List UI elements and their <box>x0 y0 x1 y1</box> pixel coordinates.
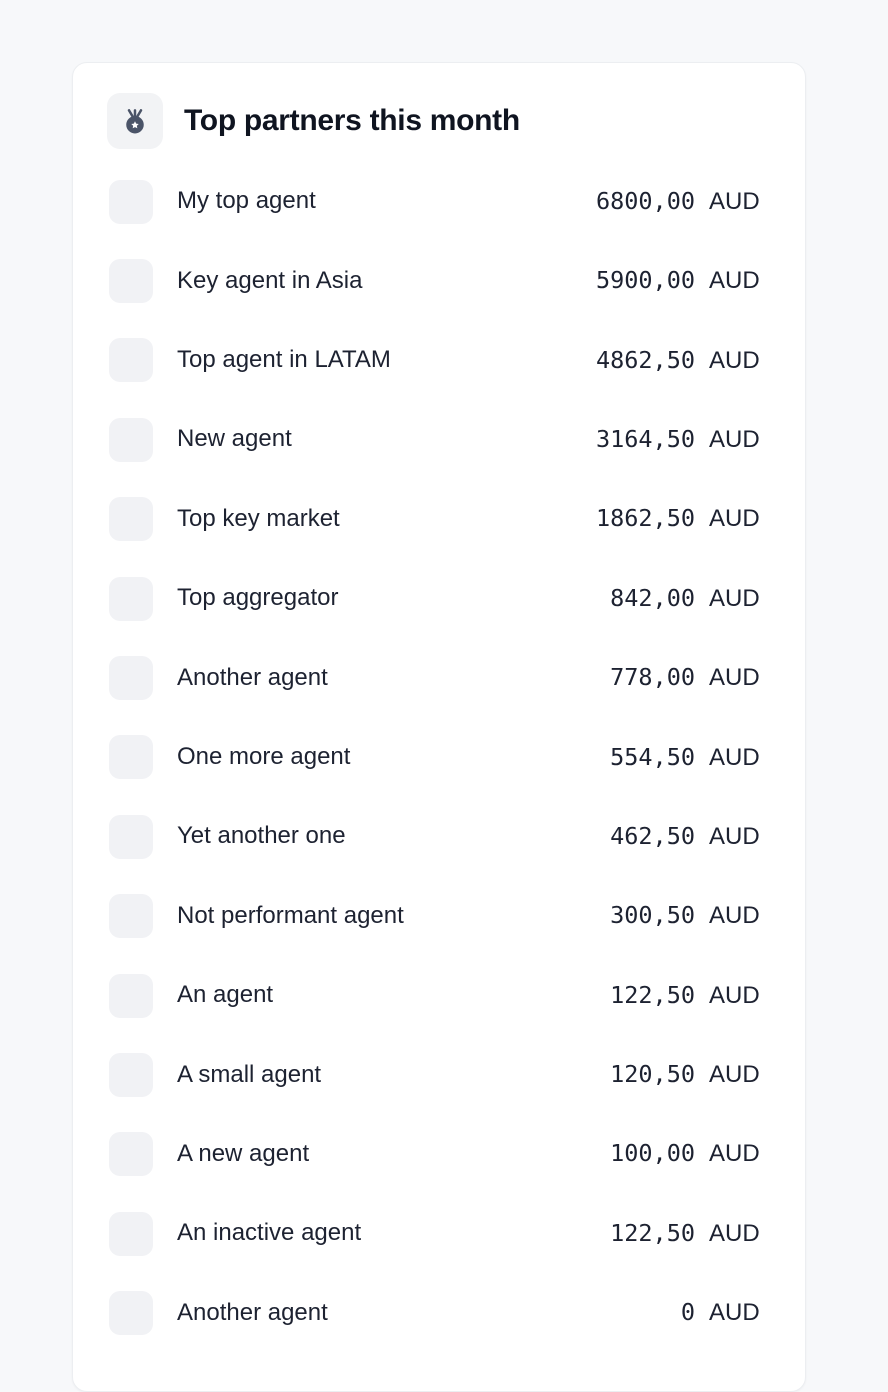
partner-amount: 842,00 <box>610 583 695 612</box>
partner-value: 462,50 AUD <box>573 822 767 852</box>
partner-row[interactable]: Yet another one 462,50 AUD <box>73 797 805 876</box>
partner-row[interactable]: A small agent 120,50 AUD <box>73 1035 805 1114</box>
avatar <box>109 656 153 701</box>
partner-amount: 300,50 <box>610 901 695 930</box>
partner-currency: AUD <box>709 346 760 374</box>
top-partners-card: Top partners this month My top agent 6800… <box>72 62 806 1392</box>
partner-value: 3164,50 AUD <box>573 425 767 455</box>
partner-currency: AUD <box>709 267 760 295</box>
avatar <box>109 1132 153 1177</box>
partner-currency: AUD <box>709 1299 760 1327</box>
avatar <box>109 973 153 1018</box>
partner-row[interactable]: Top agent in LATAM 4862,50 AUD <box>73 321 805 400</box>
partner-row[interactable]: Top key market 1862,50 AUD <box>73 480 805 559</box>
partner-currency: AUD <box>709 584 760 612</box>
partner-value: 120,50 AUD <box>573 1060 767 1090</box>
partner-row[interactable]: My top agent 6800,00 AUD <box>73 162 805 241</box>
partner-currency: AUD <box>709 743 760 771</box>
partner-name: Another agent <box>177 1298 328 1326</box>
partner-name: Key agent in Asia <box>177 266 363 294</box>
medal-icon <box>107 93 163 149</box>
partner-amount: 778,00 <box>610 663 695 692</box>
app-viewport: Top partners this month My top agent 6800… <box>0 0 888 1392</box>
partner-currency: AUD <box>709 1061 760 1089</box>
partner-currency: AUD <box>709 1219 760 1247</box>
avatar <box>109 417 153 462</box>
partner-name: Top aggregator <box>177 584 339 612</box>
partner-value: 6800,00 AUD <box>573 187 767 217</box>
partner-currency: AUD <box>709 505 760 533</box>
partner-name: A new agent <box>177 1139 310 1167</box>
avatar <box>109 1291 153 1336</box>
partner-name: An agent <box>177 981 274 1009</box>
partner-name: One more agent <box>177 743 351 771</box>
partner-name: Not performant agent <box>177 901 404 929</box>
partner-value: 4862,50 AUD <box>573 346 767 376</box>
partner-list: My top agent 6800,00 AUD Key agent in Asia 5… <box>73 162 805 1353</box>
partner-amount: 4862,50 <box>595 345 695 374</box>
partner-amount: 122,50 <box>610 980 695 1009</box>
partner-currency: AUD <box>709 187 760 215</box>
partner-value: 100,00 AUD <box>573 1139 767 1169</box>
partner-currency: AUD <box>709 981 760 1009</box>
partner-value: 778,00 AUD <box>573 663 767 693</box>
partner-row[interactable]: New agent 3164,50 AUD <box>73 400 805 479</box>
avatar <box>109 735 153 780</box>
partner-row[interactable]: Another agent 0 AUD <box>73 1273 805 1352</box>
partner-currency: AUD <box>709 425 760 453</box>
avatar <box>109 497 153 542</box>
partner-row[interactable]: Another agent 778,00 AUD <box>73 638 805 717</box>
partner-value: 5900,00 AUD <box>573 266 767 296</box>
partner-row[interactable]: An inactive agent 122,50 AUD <box>73 1194 805 1273</box>
partner-row[interactable]: One more agent 554,50 AUD <box>73 718 805 797</box>
partner-value: 1862,50 AUD <box>573 504 767 534</box>
partner-row[interactable]: An agent 122,50 AUD <box>73 956 805 1035</box>
partner-name: Another agent <box>177 663 328 691</box>
partner-amount: 6800,00 <box>595 186 695 215</box>
partner-amount: 120,50 <box>610 1060 695 1089</box>
partner-row[interactable]: Top aggregator 842,00 AUD <box>73 559 805 638</box>
page-title: Top partners this month <box>184 104 520 137</box>
partner-value: 554,50 AUD <box>573 743 767 773</box>
partner-currency: AUD <box>709 902 760 930</box>
partner-currency: AUD <box>709 664 760 692</box>
partner-name: Top agent in LATAM <box>177 346 391 374</box>
partner-row[interactable]: Key agent in Asia 5900,00 AUD <box>73 241 805 320</box>
partner-name: New agent <box>177 425 292 453</box>
partner-name: A small agent <box>177 1060 322 1088</box>
avatar <box>109 814 153 859</box>
partner-name: Top key market <box>177 504 340 532</box>
avatar <box>109 179 153 224</box>
partner-name: My top agent <box>177 187 316 215</box>
partner-name: An inactive agent <box>177 1219 362 1247</box>
avatar <box>109 1052 153 1097</box>
partner-amount: 462,50 <box>610 821 695 850</box>
partner-value: 300,50 AUD <box>573 901 767 931</box>
avatar <box>109 338 153 383</box>
partner-row[interactable]: Not performant agent 300,50 AUD <box>73 877 805 956</box>
avatar <box>109 1211 153 1256</box>
partner-value: 122,50 AUD <box>573 981 767 1011</box>
partner-amount: 1862,50 <box>595 504 695 533</box>
avatar <box>109 576 153 621</box>
partner-amount: 5900,00 <box>595 266 695 295</box>
partner-currency: AUD <box>709 1140 760 1168</box>
partner-amount: 3164,50 <box>595 424 695 453</box>
partner-currency: AUD <box>709 822 760 850</box>
card-header: Top partners this month <box>73 63 805 149</box>
partner-name: Yet another one <box>177 822 346 850</box>
partner-amount: 100,00 <box>610 1139 695 1168</box>
partner-amount: 122,50 <box>610 1218 695 1247</box>
partner-amount: 554,50 <box>610 742 695 771</box>
partner-row[interactable]: A new agent 100,00 AUD <box>73 1115 805 1194</box>
avatar <box>109 894 153 939</box>
partner-value: 122,50 AUD <box>573 1219 767 1249</box>
partner-amount: 0 <box>680 1298 695 1327</box>
partner-value: 842,00 AUD <box>573 584 767 614</box>
partner-value: 0 AUD <box>573 1298 767 1328</box>
avatar <box>109 259 153 304</box>
